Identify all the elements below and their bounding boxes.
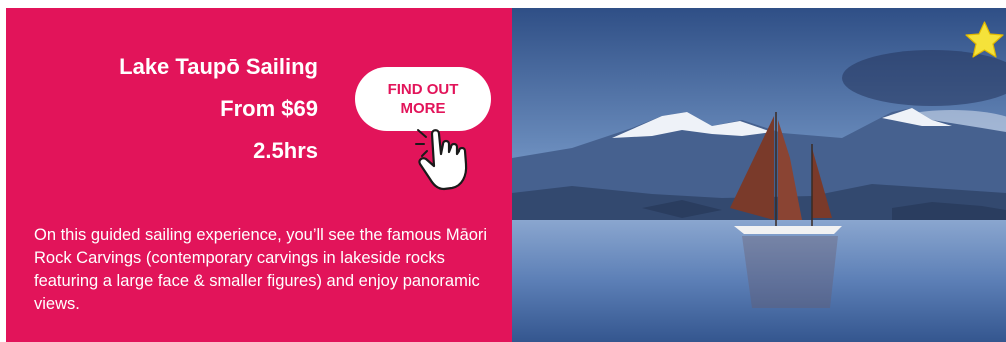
hand-pointer-icon [415,129,468,191]
info-panel: Lake Taupō Sailing From $69 2.5hrs FIND … [6,8,512,342]
tour-title: Lake Taupō Sailing [119,54,318,79]
tour-card: Lake Taupō Sailing From $69 2.5hrs FIND … [0,0,1006,342]
star-icon[interactable] [963,20,1006,60]
tour-description: On this guided sailing experience, you’l… [34,226,488,313]
tour-price: From $69 [220,96,318,121]
find-out-more-label: FIND OUT MORE [387,81,459,117]
tour-duration: 2.5hrs [253,138,318,163]
title-block: Lake Taupō Sailing From $69 2.5hrs [119,46,318,172]
sailing-photo [512,8,1006,342]
